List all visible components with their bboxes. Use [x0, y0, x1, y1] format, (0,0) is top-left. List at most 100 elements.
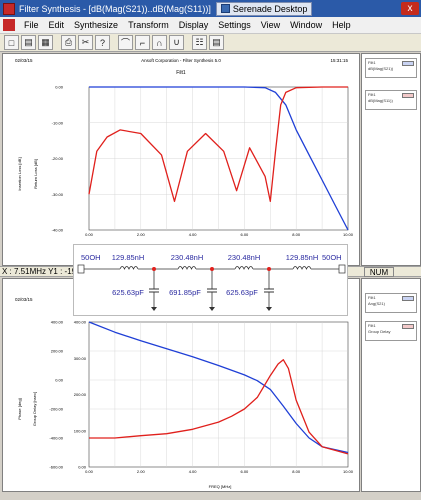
- legend-item-ang-s21[interactable]: Filt1 Ang(S21): [365, 293, 417, 313]
- bottom-ytick-right-label: 200.00: [74, 392, 87, 397]
- legend-swatch: [402, 324, 414, 329]
- bottom-ytick-right-label: 300.00: [74, 356, 87, 361]
- context-help-icon[interactable]: ?: [95, 35, 110, 50]
- top-xtick-label: 6.00: [241, 232, 250, 237]
- legend-label: dB(Mag(S21)): [368, 66, 394, 71]
- schematic-icon[interactable]: ☷: [192, 35, 207, 50]
- inductor-icon: [292, 266, 312, 272]
- top-plot-panel: 02/03/15 Ansoft Corporation - Filter Syn…: [2, 53, 360, 266]
- bottom-xtick-label: 8.00: [292, 469, 301, 474]
- bottom-ytick-left-label: 200.00: [51, 349, 64, 354]
- bottom-ytick-right-label: 0.00: [78, 465, 87, 470]
- top-ytick-left-label: -10.00: [52, 120, 64, 125]
- bandpass-icon[interactable]: ∩: [152, 35, 167, 50]
- inductor-label-2: 230.48nH: [171, 253, 204, 262]
- menu-display[interactable]: Display: [174, 20, 214, 30]
- top-plot-title: Filt1: [176, 70, 186, 76]
- top-plot-header: Ansoft Corporation - Filter Synthesis 5.…: [141, 58, 221, 63]
- top-xtick-label: 0.00: [85, 232, 94, 237]
- menu-window[interactable]: Window: [285, 20, 327, 30]
- cursor-readout: X : 7.51MHz Y1 : -19.2: [2, 267, 83, 276]
- node-dot: [267, 267, 271, 271]
- top-plot-ylabel-left: Insertion Loss [dB]: [17, 157, 22, 190]
- top-legend-panel: Filt1 dB(Mag(S21)) Filt1 dB(Mag(S11)): [361, 53, 421, 266]
- menu-settings[interactable]: Settings: [213, 20, 256, 30]
- capacitor-label-3: 625.63pF: [226, 288, 258, 297]
- bottom-ytick-left-label: -600.00: [49, 465, 63, 470]
- document-icon[interactable]: [3, 19, 15, 31]
- filter-synthesis-window: Filter Synthesis - [dB(Mag(S21))..dB(Mag…: [0, 0, 421, 500]
- legend-label: dB(Mag(S11)): [368, 98, 393, 103]
- inductor-label-1: 129.85nH: [112, 253, 145, 262]
- bottom-ytick-right-label: 100.00: [74, 428, 87, 433]
- bottom-xtick-label: 4.00: [189, 469, 198, 474]
- top-xtick-label: 4.00: [189, 232, 198, 237]
- graph-icon[interactable]: ▤: [209, 35, 224, 50]
- menu-file[interactable]: File: [19, 20, 44, 30]
- legend-swatch: [402, 61, 414, 66]
- legend-label: Ang(S21): [368, 301, 385, 306]
- bottom-plot-xlabel: FREQ [MHz]: [209, 484, 232, 489]
- print-icon[interactable]: ⎙: [61, 35, 76, 50]
- legend-item-s21[interactable]: Filt1 dB(Mag(S21)): [365, 58, 417, 78]
- source-label: 50OH: [81, 253, 101, 262]
- menu-transform[interactable]: Transform: [123, 20, 174, 30]
- menu-help[interactable]: Help: [327, 20, 356, 30]
- source-port-icon: [77, 264, 85, 274]
- top-ytick-left-label: -40.00: [52, 228, 64, 233]
- legend-item-s11[interactable]: Filt1 dB(Mag(S11)): [365, 90, 417, 110]
- bottom-xtick-label: 2.00: [137, 469, 146, 474]
- bottom-xtick-label: 6.00: [241, 469, 250, 474]
- window-title: Filter Synthesis - [dB(Mag(S21))..dB(Mag…: [19, 3, 211, 14]
- bottom-ytick-left-label: -400.00: [49, 436, 63, 441]
- bottom-ytick-left-label: 0.00: [55, 378, 64, 383]
- legend-swatch: [402, 296, 414, 301]
- bottom-ytick-right-label: 400.00: [74, 320, 87, 325]
- top-ytick-left-label: -30.00: [52, 192, 64, 197]
- cut-icon[interactable]: ✂: [78, 35, 93, 50]
- top-xtick-label: 2.00: [137, 232, 146, 237]
- top-plot-time: 15:31:15: [330, 58, 348, 63]
- new-icon[interactable]: □: [4, 35, 19, 50]
- load-label: 50OH: [322, 253, 342, 262]
- top-ytick-left-label: 0.00: [55, 85, 64, 90]
- serenade-icon: [220, 4, 230, 13]
- schematic-svg: 50OH 50OH 129.85nH 230.48nH 230.48nH 129…: [77, 253, 346, 311]
- top-xtick-label: 10.00: [343, 232, 354, 237]
- capacitor-icon: [207, 269, 217, 311]
- menu-bar: File Edit Synthesize Transform Display S…: [0, 17, 421, 34]
- inductor-icon: [177, 266, 197, 272]
- top-ytick-left-label: -20.00: [52, 156, 64, 161]
- app-icon: [3, 2, 15, 15]
- bottom-ytick-left-label: 400.00: [51, 320, 64, 325]
- menu-view[interactable]: View: [256, 20, 285, 30]
- capacitor-icon: [149, 269, 159, 311]
- bottom-plot-date: 02/03/15: [15, 297, 33, 302]
- serenade-desktop-label: Serenade Desktop: [232, 3, 308, 14]
- menu-edit[interactable]: Edit: [44, 20, 70, 30]
- bottom-ytick-left-label: -200.00: [49, 407, 63, 412]
- title-bar[interactable]: Filter Synthesis - [dB(Mag(S21))..dB(Mag…: [0, 0, 421, 17]
- close-button[interactable]: x: [401, 2, 419, 15]
- bottom-legend-panel: Filt1 Ang(S21) Filt1 Group Delay: [361, 278, 421, 492]
- menu-synthesize[interactable]: Synthesize: [69, 20, 123, 30]
- inductor-label-3: 230.48nH: [228, 253, 261, 262]
- top-plot-date: 02/03/15: [15, 58, 33, 63]
- legend-item-group-delay[interactable]: Filt1 Group Delay: [365, 321, 417, 341]
- capacitor-label-1: 625.63pF: [112, 288, 144, 297]
- save-icon[interactable]: ▦: [38, 35, 53, 50]
- inductor-label-4: 129.85nH: [286, 253, 319, 262]
- node-dot: [210, 267, 214, 271]
- bottom-xtick-label: 0.00: [85, 469, 94, 474]
- filter-schematic[interactable]: 50OH 50OH 129.85nH 230.48nH 230.48nH 129…: [73, 244, 348, 316]
- lowpass-icon[interactable]: ⌒: [118, 35, 133, 50]
- highpass-icon[interactable]: ⌐: [135, 35, 150, 50]
- legend-swatch: [402, 93, 414, 98]
- top-plot-ylabel-right: Return Loss [dB]: [33, 159, 38, 189]
- inductor-icon: [234, 266, 254, 272]
- num-lock-indicator: NUM: [364, 267, 394, 277]
- open-icon[interactable]: ▤: [21, 35, 36, 50]
- serenade-desktop-tab[interactable]: Serenade Desktop: [215, 1, 313, 16]
- bandstop-icon[interactable]: ∪: [169, 35, 184, 50]
- bottom-plot-ylabel-left: Phase [deg]: [17, 398, 22, 419]
